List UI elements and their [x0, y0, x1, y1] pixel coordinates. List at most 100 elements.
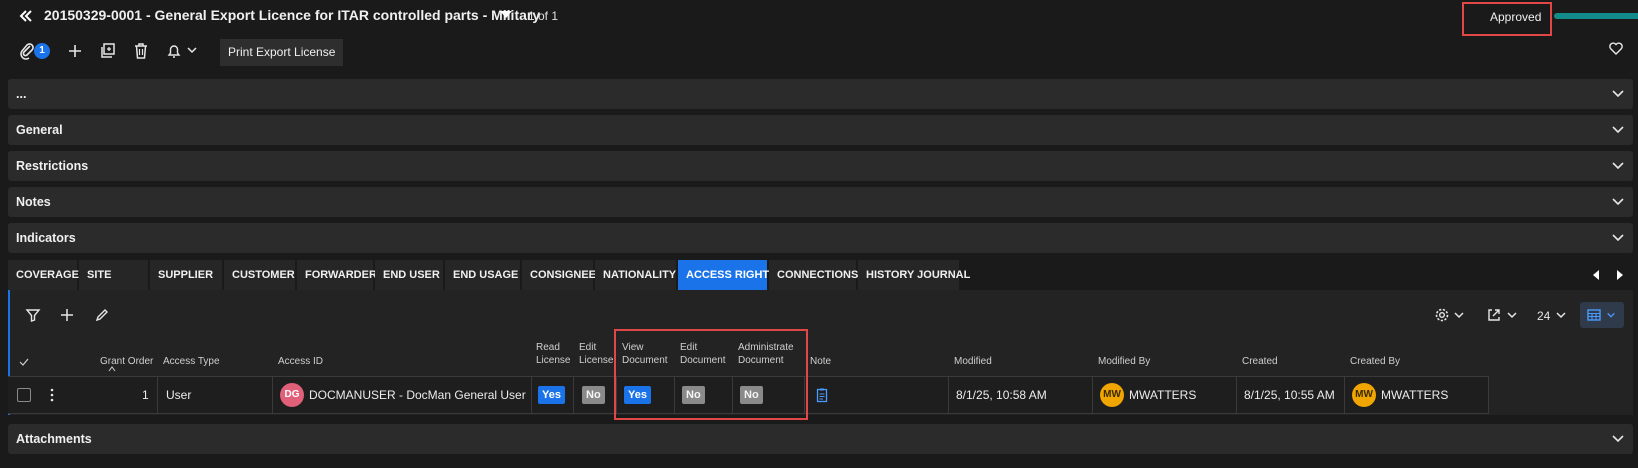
section-general[interactable]: General	[8, 115, 1633, 145]
avatar: MW	[1352, 383, 1376, 407]
read-license-yes-badge: Yes	[538, 386, 565, 404]
cell-divider	[1236, 376, 1237, 414]
section-label: General	[16, 123, 63, 137]
col-edit-license[interactable]: Edit License	[579, 341, 613, 367]
col-access-id[interactable]: Access ID	[278, 355, 323, 368]
section-label: Attachments	[16, 432, 92, 446]
avatar: DG	[280, 383, 304, 407]
col-edit-license-line2: License	[579, 355, 614, 366]
cell-divider	[573, 376, 574, 414]
chevron-down-icon[interactable]	[1453, 309, 1465, 321]
tab-site[interactable]: SITE	[79, 260, 149, 290]
tab-connections[interactable]: CONNECTIONS	[769, 260, 858, 290]
col-read-license-line2: License	[536, 355, 571, 366]
cell-modified: 8/1/25, 10:58 AM	[956, 388, 1047, 402]
tab-history-journal[interactable]: HISTORY JOURNAL	[858, 260, 970, 290]
cell-created-by[interactable]: MWATTERS	[1381, 388, 1448, 402]
chevron-down-icon[interactable]	[186, 44, 198, 56]
cell-access-id[interactable]: DOCMANUSER - DocMan General User	[309, 388, 526, 402]
section-notes[interactable]: Notes	[8, 187, 1633, 217]
cell-divider	[1344, 376, 1345, 414]
col-modified-by[interactable]: Modified By	[1098, 355, 1150, 368]
plus-icon[interactable]	[66, 42, 84, 60]
print-export-license-button[interactable]: Print Export License	[220, 39, 344, 66]
tab-forwarder[interactable]: FORWARDER	[297, 260, 377, 290]
chevron-down-icon[interactable]	[1506, 309, 1518, 321]
cell-divider	[272, 376, 273, 414]
cell-created: 8/1/25, 10:55 AM	[1244, 388, 1335, 402]
attachment-count-badge: 1	[34, 43, 50, 59]
status-label[interactable]: Approved	[1490, 10, 1541, 24]
tab-coverage[interactable]: COVERAGE	[8, 260, 79, 290]
cell-modified-by[interactable]: MWATTERS	[1129, 388, 1196, 402]
tab-end-user[interactable]: END USER	[375, 260, 444, 290]
col-read-license[interactable]: Read License	[536, 341, 570, 367]
section-label: Notes	[16, 195, 51, 209]
chevron-down-icon[interactable]	[1606, 310, 1616, 320]
pencil-icon[interactable]	[94, 307, 110, 323]
bell-icon[interactable]	[165, 42, 183, 60]
chevron-down-icon[interactable]	[1611, 231, 1625, 245]
heart-icon[interactable]	[1608, 40, 1624, 56]
tab-scroll-left-icon[interactable]	[1590, 268, 1602, 282]
row-checkbox[interactable]	[17, 388, 31, 402]
chevron-down-icon[interactable]	[1555, 309, 1567, 321]
table-icon	[1587, 309, 1601, 321]
col-edit-license-line1: Edit	[579, 342, 597, 353]
record-pager: 1 of 1	[528, 9, 559, 23]
section-attachments[interactable]: Attachments	[8, 424, 1633, 454]
tab-supplier[interactable]: SUPPLIER	[150, 260, 223, 290]
col-created-by[interactable]: Created By	[1350, 355, 1400, 368]
caret-down-icon[interactable]	[500, 11, 512, 18]
col-created[interactable]: Created	[1242, 355, 1278, 368]
select-all-check-icon[interactable]	[19, 357, 29, 367]
sort-ascending-icon[interactable]	[108, 366, 116, 372]
page-size-value[interactable]: 24	[1537, 309, 1550, 323]
note-icon[interactable]	[816, 387, 828, 403]
cell-divider	[948, 376, 949, 414]
edit-license-no-badge: No	[582, 386, 605, 404]
page-title: 20150329-0001 - General Export Licence f…	[44, 7, 541, 23]
chevron-down-icon[interactable]	[1611, 87, 1625, 101]
cell-divider	[1092, 376, 1093, 414]
header-bar: 20150329-0001 - General Export Licence f…	[0, 0, 1638, 36]
col-read-license-line1: Read	[536, 342, 560, 353]
document-rights-highlight-box	[614, 329, 808, 420]
chevron-down-icon[interactable]	[1611, 195, 1625, 209]
section-label: Restrictions	[16, 159, 89, 173]
command-toolbar: 1 Print Export License	[0, 36, 1638, 66]
status-progress-bar	[1554, 13, 1638, 19]
cell-divider	[1488, 376, 1489, 414]
tab-scroll-right-icon[interactable]	[1614, 268, 1626, 282]
section-label: ...	[16, 87, 27, 101]
trash-icon[interactable]	[132, 42, 150, 60]
col-access-type[interactable]: Access Type	[163, 355, 220, 368]
gear-icon[interactable]	[1434, 307, 1450, 323]
cell-access-type: User	[166, 388, 192, 402]
section-restrictions[interactable]: Restrictions	[8, 151, 1633, 181]
cell-divider	[157, 376, 158, 414]
row-menu-icon[interactable]	[48, 387, 56, 403]
col-note[interactable]: Note	[810, 355, 831, 368]
cell-grant-order: 1	[142, 388, 149, 402]
export-icon[interactable]	[1486, 307, 1502, 323]
cell-divider	[531, 376, 532, 414]
avatar: MW	[1100, 383, 1124, 407]
tab-consignee[interactable]: CONSIGNEE	[522, 260, 596, 290]
tab-access-rights[interactable]: ACCESS RIGHTS	[678, 260, 776, 290]
tab-customer[interactable]: CUSTOMER	[224, 260, 296, 290]
col-modified[interactable]: Modified	[954, 355, 992, 368]
tab-end-usage[interactable]: END USAGE	[445, 260, 521, 290]
chevron-down-icon[interactable]	[1611, 432, 1625, 446]
duplicate-icon[interactable]	[99, 42, 117, 60]
section-label: Indicators	[16, 231, 76, 245]
plus-icon[interactable]	[59, 307, 75, 323]
chevron-down-icon[interactable]	[1611, 159, 1625, 173]
section-indicators[interactable]: Indicators	[8, 223, 1633, 253]
chevron-down-icon[interactable]	[1611, 123, 1625, 137]
double-chevron-left-icon[interactable]	[16, 6, 36, 26]
section-more[interactable]: ...	[8, 79, 1633, 109]
filter-icon[interactable]	[25, 307, 41, 323]
tab-nationality[interactable]: NATIONALITY	[595, 260, 677, 290]
table-view-button[interactable]	[1580, 302, 1624, 328]
